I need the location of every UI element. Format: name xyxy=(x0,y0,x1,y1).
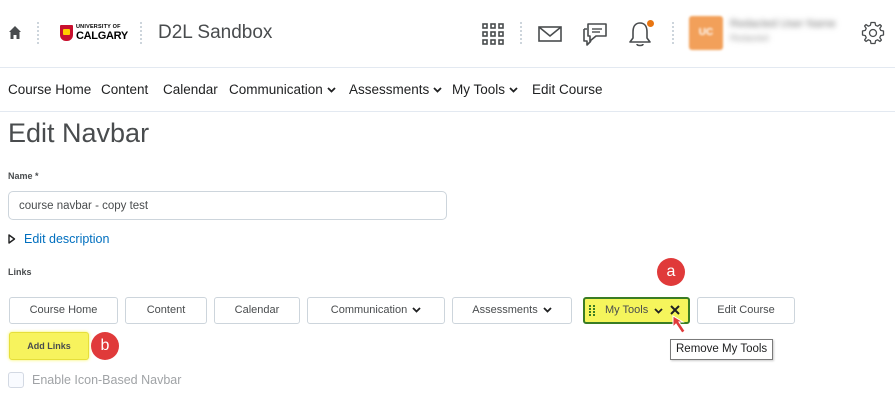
icon-based-navbar-checkbox[interactable] xyxy=(8,372,24,388)
chevron-down-icon xyxy=(412,307,421,313)
chevron-down-icon xyxy=(433,87,442,94)
nav-item-communication[interactable]: Communication xyxy=(229,82,336,97)
icon-based-navbar-label: Enable Icon-Based Navbar xyxy=(32,373,182,387)
link-label: Communication xyxy=(330,304,408,316)
university-logo[interactable]: UNIVERSITY OF CALGARY xyxy=(60,24,128,44)
link-course-home[interactable]: Course Home xyxy=(9,297,118,324)
waffle-grid-icon[interactable] xyxy=(479,20,507,48)
link-communication[interactable]: Communication xyxy=(307,297,445,324)
header-divider xyxy=(672,22,674,44)
edit-description-toggle[interactable]: Edit description xyxy=(8,232,109,246)
nav-item-label: My Tools xyxy=(452,82,506,97)
page-title: Edit Navbar xyxy=(8,118,150,148)
nav-item-edit-course[interactable]: Edit Course xyxy=(532,82,603,97)
notification-dot xyxy=(647,20,654,27)
nav-item-calendar[interactable]: Calendar xyxy=(163,82,218,97)
nav-item-my-tools[interactable]: My Tools xyxy=(452,82,518,97)
name-input[interactable] xyxy=(8,191,447,220)
cursor-arrow-icon xyxy=(672,315,686,334)
remove-tooltip: Remove My Tools xyxy=(670,339,774,360)
link-content[interactable]: Content xyxy=(125,297,207,324)
avatar[interactable]: UC xyxy=(689,16,723,50)
caret-right-icon xyxy=(8,234,16,244)
name-label: Name * xyxy=(8,171,39,181)
nav-item-label: Assessments xyxy=(349,82,430,97)
gear-icon[interactable] xyxy=(861,21,885,45)
link-edit-course[interactable]: Edit Course xyxy=(697,297,795,324)
annotation-a: a xyxy=(657,258,685,286)
chevron-down-icon xyxy=(327,87,336,94)
link-calendar[interactable]: Calendar xyxy=(214,297,300,324)
chevron-down-icon[interactable] xyxy=(654,308,663,314)
header-divider xyxy=(37,22,39,44)
logo-line2: CALGARY xyxy=(76,30,128,42)
chat-icon[interactable] xyxy=(582,20,610,48)
top-header: UNIVERSITY OF CALGARY D2L Sandbox UC Red… xyxy=(0,0,895,68)
crest-icon xyxy=(60,25,73,41)
link-label: My Tools xyxy=(605,304,649,316)
header-divider xyxy=(140,22,142,44)
drag-handle-icon[interactable] xyxy=(589,305,597,316)
chevron-down-icon xyxy=(543,307,552,313)
link-label: Assessments xyxy=(472,304,538,316)
link-assessments[interactable]: Assessments xyxy=(452,297,572,324)
nav-item-assessments[interactable]: Assessments xyxy=(349,82,442,97)
edit-description-label: Edit description xyxy=(24,232,110,246)
org-title[interactable]: D2L Sandbox xyxy=(158,22,272,44)
course-navbar: Course Home Content Calendar Communicati… xyxy=(0,69,895,112)
user-role: Redacted xyxy=(730,33,769,43)
annotation-b: b xyxy=(91,332,119,360)
nav-item-label: Communication xyxy=(229,82,323,97)
home-icon[interactable] xyxy=(8,25,22,41)
nav-item-course-home[interactable]: Course Home xyxy=(8,82,91,97)
links-label: Links xyxy=(8,267,32,277)
header-divider xyxy=(520,22,522,44)
chevron-down-icon xyxy=(509,87,518,94)
add-links-button[interactable]: Add Links xyxy=(9,332,89,360)
mail-icon[interactable] xyxy=(537,20,565,48)
nav-item-content[interactable]: Content xyxy=(101,82,148,97)
user-name[interactable]: Redacted User Name xyxy=(730,18,850,30)
